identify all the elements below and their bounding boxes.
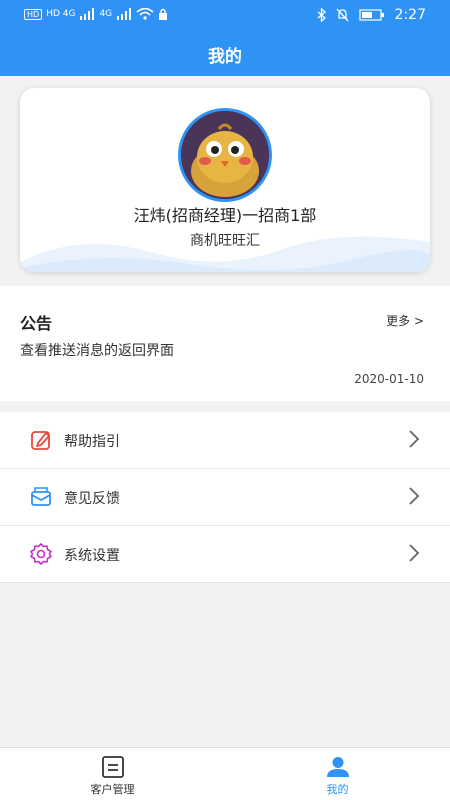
page-title: 我的 (208, 46, 242, 67)
clock: 2:27 (394, 7, 426, 23)
profile-card[interactable]: 汪炜(招商经理)一招商1部 商机旺旺汇 (20, 88, 430, 272)
network-label-left: HD 4G (46, 9, 76, 19)
menu-item-settings[interactable]: 系统设置 (0, 526, 450, 583)
tab-label: 我的 (326, 783, 349, 796)
signal-icon-2 (117, 8, 132, 20)
chevron-right-icon (409, 430, 420, 448)
chevron-right-icon (409, 544, 420, 562)
app-bar: 我的 (0, 32, 450, 76)
notice-more-link[interactable]: 更多 > (386, 312, 424, 329)
menu-item-feedback[interactable]: 意见反馈 (0, 469, 450, 526)
status-bar: HD HD 4G 4G 2:27 (0, 0, 450, 32)
avatar-image (181, 111, 269, 199)
network-hd-icon: HD (24, 8, 43, 20)
signal-icon (80, 8, 95, 20)
notice-panel[interactable]: 公告 更多 > 查看推送消息的返回界面 2020-01-10 (0, 286, 450, 401)
list-icon (101, 756, 124, 778)
battery-icon (358, 9, 384, 21)
menu-item-label: 帮助指引 (64, 434, 120, 450)
menu-item-label: 意见反馈 (64, 491, 120, 507)
menu-item-label: 系统设置 (64, 548, 120, 564)
gear-icon (30, 543, 52, 565)
notice-body[interactable]: 查看推送消息的返回界面 (20, 340, 174, 360)
avatar[interactable] (178, 108, 272, 202)
tab-label: 客户管理 (90, 783, 135, 796)
tab-mine[interactable]: 我的 (225, 748, 450, 800)
settings-menu: 帮助指引 意见反馈 系统设置 (0, 412, 450, 583)
status-right: 2:27 (317, 7, 426, 23)
menu-item-help[interactable]: 帮助指引 (0, 412, 450, 469)
tab-customer-management[interactable]: 客户管理 (0, 748, 225, 800)
wifi-icon (136, 8, 154, 20)
edit-icon (31, 431, 50, 450)
chevron-right-icon (409, 487, 420, 505)
mail-icon (31, 487, 51, 506)
notice-title: 公告 (20, 314, 53, 333)
network-label-right: 4G (99, 9, 113, 19)
bottom-tab-bar: 客户管理 我的 (0, 747, 450, 800)
wave-decoration (20, 236, 430, 272)
status-left: HD HD 4G 4G (24, 8, 168, 20)
lock-icon (159, 8, 168, 20)
bluetooth-icon (317, 8, 326, 22)
notice-date: 2020-01-10 (354, 372, 424, 386)
mute-bell-icon (336, 8, 349, 22)
person-icon (326, 757, 349, 777)
